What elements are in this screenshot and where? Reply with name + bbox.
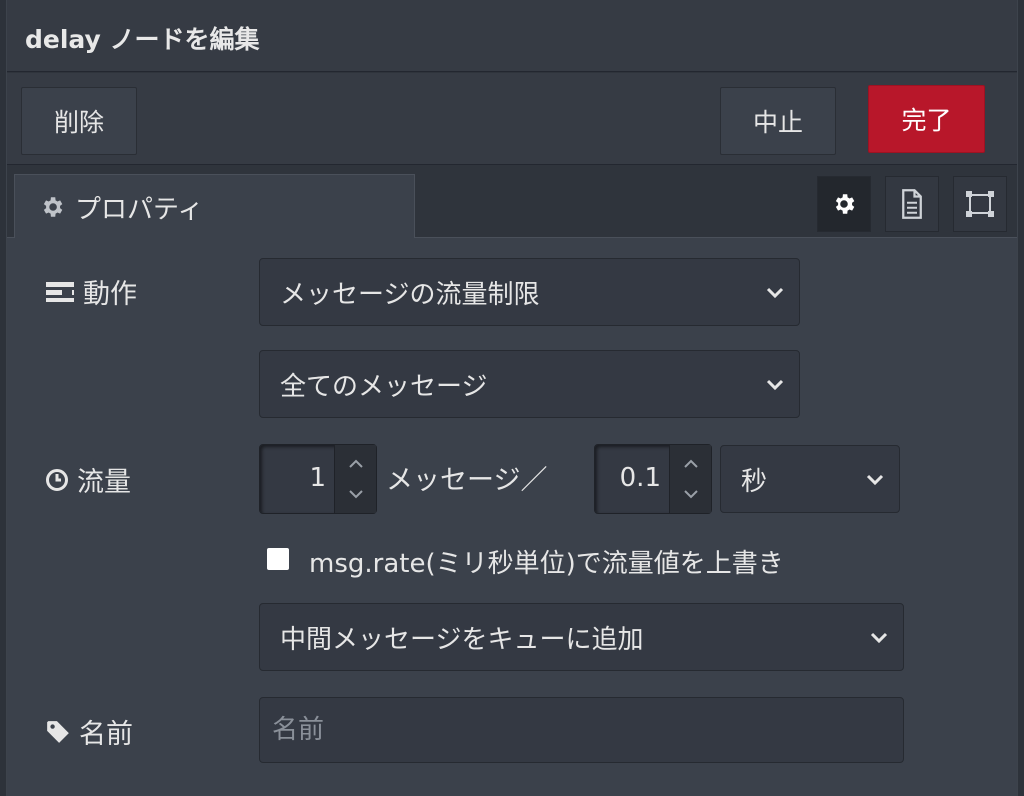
override-rate-checkbox[interactable] [267,548,289,570]
chevron-down-icon[interactable] [683,489,699,501]
scope-select-value: 全てのメッセージ [280,371,488,402]
appearance-tab-button[interactable] [953,176,1007,232]
dialog-header: delay ノードを編集 [7,0,1017,72]
action-label-row: 動作 [45,272,137,311]
chevron-down-icon [766,287,784,299]
gear-icon [43,197,63,217]
delete-button[interactable]: 削除 [21,87,137,155]
clock-icon [46,468,68,491]
tab-bar: プロパティ [7,166,1017,239]
chevron-down-icon [866,474,884,486]
dialog-title: delay ノードを編集 [25,25,260,54]
dialog-toolbar: 削除 中止 完了 [7,73,1017,165]
drop-mode-value: 中間メッセージをキューに追加 [280,624,644,655]
description-tab-button[interactable] [885,176,939,232]
rate-label: 流量 [77,467,131,498]
spinner-arrows[interactable] [669,445,711,513]
drop-mode-select[interactable]: 中間メッセージをキューに追加 [259,603,904,671]
rate-label-row: 流量 [45,460,131,499]
tab-properties-label: プロパティ [75,194,204,225]
name-label-row: 名前 [45,712,133,751]
scope-select[interactable]: 全てのメッセージ [259,350,800,418]
action-select[interactable]: メッセージの流量制限 [259,258,800,326]
tag-icon [47,720,69,743]
list-icon [46,281,74,302]
override-rate-label: msg.rate(ミリ秒単位)で流量値を上書き [309,549,784,579]
properties-tab-button[interactable] [817,176,871,232]
cancel-button[interactable]: 中止 [720,87,836,155]
chevron-up-icon[interactable] [683,457,699,469]
chevron-down-icon [766,379,784,391]
rate-unit-select[interactable]: 秒 [720,445,900,513]
rate-count-spinner[interactable]: 1 [259,444,377,514]
action-select-value: メッセージの流量制限 [280,279,540,310]
spinner-arrows[interactable] [334,445,376,513]
tab-icon-group [817,176,1007,232]
document-icon [902,189,922,219]
gear-icon [835,194,855,214]
done-button[interactable]: 完了 [868,85,985,153]
frame-icon [966,191,994,217]
rate-per-text: メッセージ／ [386,465,548,496]
rate-count-value: 1 [309,463,326,493]
tab-properties[interactable]: プロパティ [14,174,415,239]
chevron-down-icon [870,632,888,644]
name-label: 名前 [79,719,133,750]
chevron-down-icon[interactable] [348,489,364,501]
edit-dialog: delay ノードを編集 削除 中止 完了 プロパティ 動作 メッセージの流量制… [6,0,1018,796]
action-label: 動作 [83,279,137,310]
chevron-up-icon[interactable] [348,457,364,469]
name-input[interactable] [259,697,904,763]
rate-interval-spinner[interactable]: 0.1 [594,444,712,514]
rate-interval-value: 0.1 [619,463,661,493]
rate-unit-value: 秒 [741,466,768,497]
